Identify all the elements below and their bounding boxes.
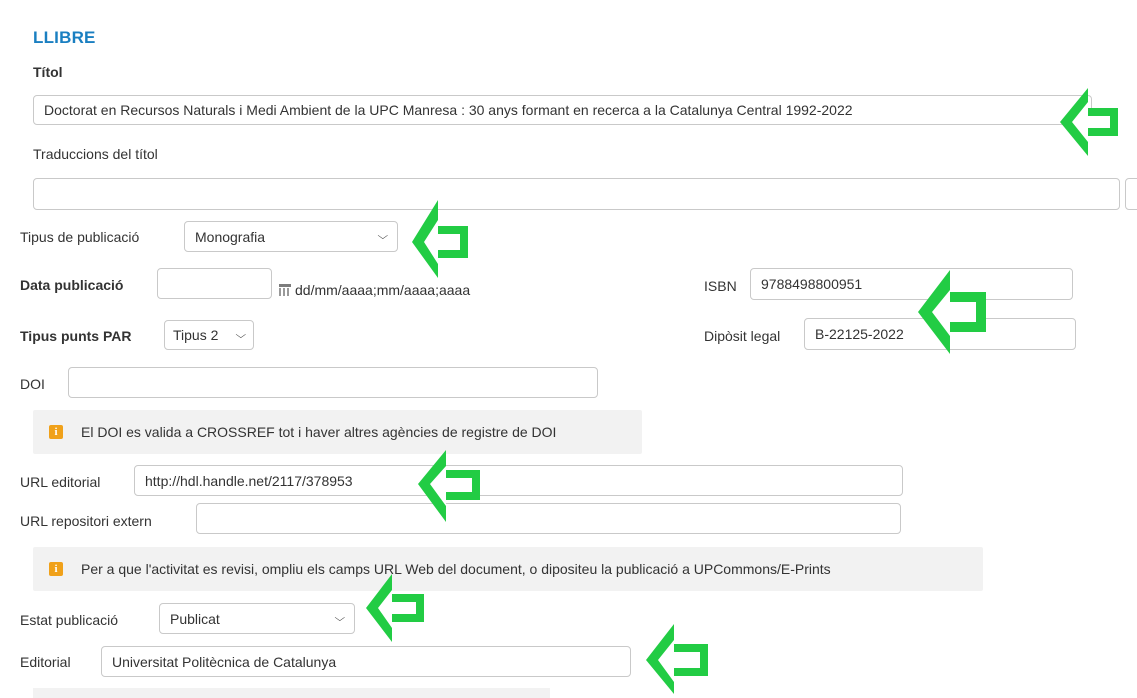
isbn-input[interactable]: 9788498800951 <box>750 268 1073 300</box>
revisio-info-text: Per a que l'activitat es revisi, ompliu … <box>81 561 831 577</box>
estat-publicacio-label: Estat publicació <box>20 612 119 628</box>
chevron-down-icon: ⌵ <box>334 613 346 624</box>
green-arrow-left-icon <box>418 450 480 522</box>
info-icon: i <box>49 562 63 576</box>
editorial-input[interactable]: Universitat Politècnica de Catalunya <box>101 646 631 677</box>
url-repositori-input[interactable] <box>196 503 901 534</box>
data-format-text: dd/mm/aaaa;mm/aaaa;aaaa <box>295 282 471 298</box>
diposit-legal-label: Dipòsit legal <box>704 328 781 344</box>
tipus-punts-select[interactable]: Tipus 2 ⌵ <box>164 320 254 350</box>
data-format-hint: dd/mm/aaaa;mm/aaaa;aaaa <box>279 282 470 298</box>
url-editorial-label: URL editorial <box>20 474 101 490</box>
editorial-label: Editorial <box>20 654 71 670</box>
traduccions-input[interactable] <box>33 178 1120 210</box>
url-editorial-input[interactable]: http://hdl.handle.net/2117/378953 <box>134 465 903 496</box>
chevron-down-icon: ⌵ <box>235 329 247 341</box>
doi-label: DOI <box>20 376 45 392</box>
info-icon: i <box>49 425 63 439</box>
next-info-box <box>33 688 550 698</box>
tipus-punts-value: Tipus 2 <box>173 327 219 343</box>
url-repositori-label: URL repositori extern <box>20 513 152 529</box>
traduccions-add-button[interactable] <box>1125 178 1137 210</box>
doi-input[interactable] <box>68 367 598 398</box>
titol-input[interactable]: Doctorat en Recursos Naturals i Medi Amb… <box>33 95 1092 125</box>
green-arrow-left-icon <box>1060 88 1118 156</box>
doi-info-box: i El DOI es valida a CROSSREF tot i have… <box>33 410 642 454</box>
green-arrow-left-icon <box>366 574 424 642</box>
data-publicacio-input[interactable] <box>157 268 272 299</box>
tipus-punts-label: Tipus punts PAR <box>20 328 132 344</box>
tipus-publicacio-label: Tipus de publicació <box>20 229 140 245</box>
isbn-value: 9788498800951 <box>761 276 863 292</box>
titol-label: Títol <box>33 64 63 80</box>
green-arrow-left-icon <box>412 200 468 278</box>
estat-publicacio-select[interactable]: Publicat ⌵ <box>159 603 355 634</box>
green-arrow-left-icon <box>918 270 986 354</box>
tipus-publicacio-value: Monografia <box>195 228 266 245</box>
titol-value: Doctorat en Recursos Naturals i Medi Amb… <box>44 102 853 118</box>
revisio-info-box: i Per a que l'activitat es revisi, ompli… <box>33 547 983 591</box>
green-arrow-left-icon <box>646 624 708 694</box>
editorial-value: Universitat Politècnica de Catalunya <box>112 653 337 670</box>
isbn-label: ISBN <box>704 278 737 294</box>
chevron-down-icon: ⌵ <box>377 231 389 242</box>
calendar-icon[interactable] <box>279 284 291 296</box>
doi-info-text: El DOI es valida a CROSSREF tot i haver … <box>81 424 557 440</box>
url-editorial-value: http://hdl.handle.net/2117/378953 <box>145 472 353 489</box>
tipus-publicacio-select[interactable]: Monografia ⌵ <box>184 221 398 252</box>
traduccions-label: Traduccions del títol <box>33 146 158 162</box>
data-publicacio-label: Data publicació <box>20 277 124 293</box>
diposit-legal-value: B-22125-2022 <box>815 326 904 342</box>
section-title: LLIBRE <box>33 28 96 47</box>
estat-publicacio-value: Publicat <box>170 610 220 627</box>
